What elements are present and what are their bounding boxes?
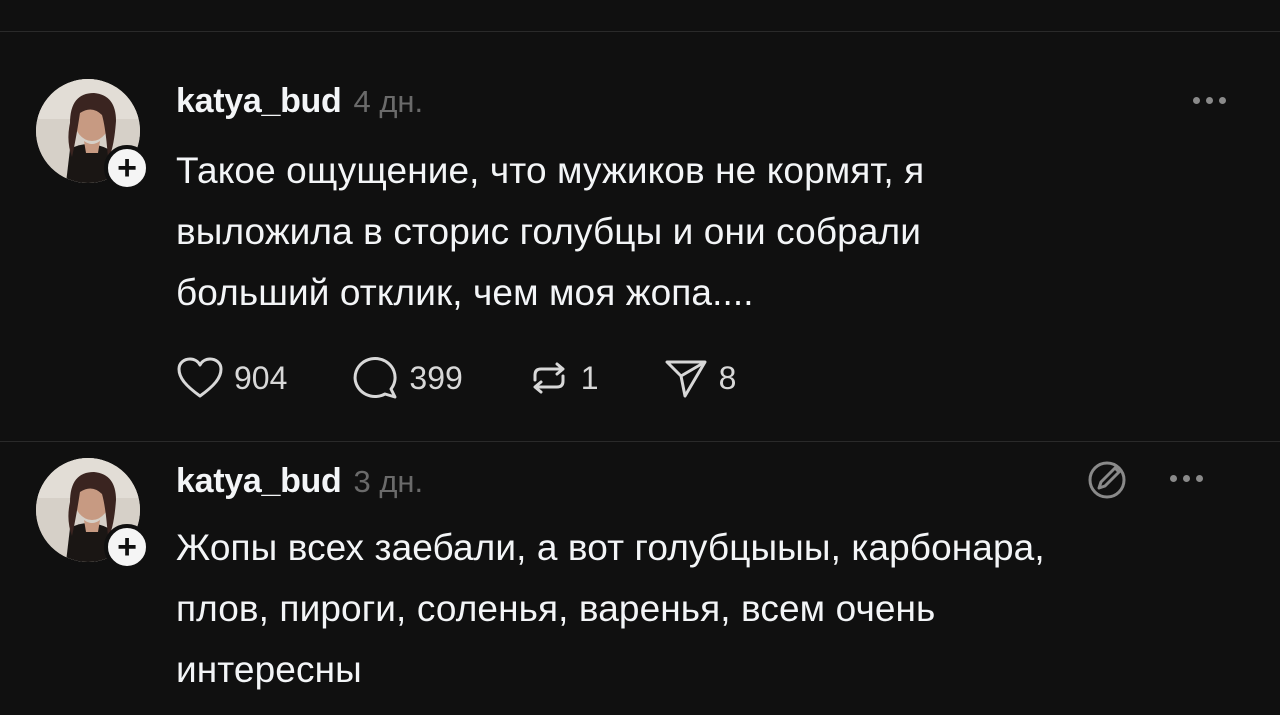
post-text-line: больший отклик, чем моя жопа....	[176, 272, 754, 313]
post-1-avatar-wrap[interactable]: +	[36, 79, 150, 191]
edit-pencil-icon[interactable]	[1085, 458, 1129, 502]
post-text-line: Жопы всех заебали, а вот голубцыыы, карб…	[176, 527, 1045, 568]
repost-count: 1	[580, 359, 599, 396]
post-text-line: Такое ощущение, что мужиков не кормят, я	[176, 150, 925, 191]
send-icon	[665, 360, 707, 398]
comment-bubble-icon	[354, 357, 397, 399]
post-text-line: выложила в сторис голубцы и они собрали	[176, 211, 921, 252]
comment-button[interactable]: 399	[351, 355, 463, 401]
comment-count: 399	[409, 359, 463, 396]
like-count: 904	[234, 359, 288, 396]
more-horizontal-icon[interactable]	[1170, 475, 1203, 482]
timestamp: 4 дн.	[353, 84, 424, 119]
share-count: 8	[718, 359, 737, 396]
post-1-text: Такое ощущение, что мужиков не кормят, я…	[176, 140, 924, 323]
post-2-header: katya_bud 3 дн.	[176, 462, 423, 501]
username[interactable]: katya_bud	[176, 462, 342, 501]
post-divider	[0, 441, 1280, 442]
username[interactable]: katya_bud	[176, 82, 342, 121]
follow-plus-button[interactable]: +	[104, 145, 150, 191]
repost-icon	[533, 362, 565, 394]
share-button[interactable]: 8	[663, 356, 737, 400]
follow-plus-button[interactable]: +	[104, 524, 150, 570]
heart-icon	[177, 357, 223, 398]
repost-button[interactable]: 1	[527, 356, 599, 400]
post-text-line: интересны	[176, 649, 362, 690]
post-2-avatar-wrap[interactable]: +	[36, 458, 150, 570]
post-text-line: плов, пироги, соленья, варенья, всем оче…	[176, 588, 936, 629]
like-button[interactable]: 904	[176, 356, 287, 400]
post-2-text: Жопы всех заебали, а вот голубцыыы, карб…	[176, 517, 1045, 700]
post-1-header: katya_bud 4 дн.	[176, 82, 423, 121]
timestamp: 3 дн.	[353, 464, 424, 499]
more-horizontal-icon[interactable]	[1193, 97, 1226, 104]
top-divider	[0, 31, 1280, 32]
post-1-actions: 904 399 1 8	[176, 355, 800, 401]
